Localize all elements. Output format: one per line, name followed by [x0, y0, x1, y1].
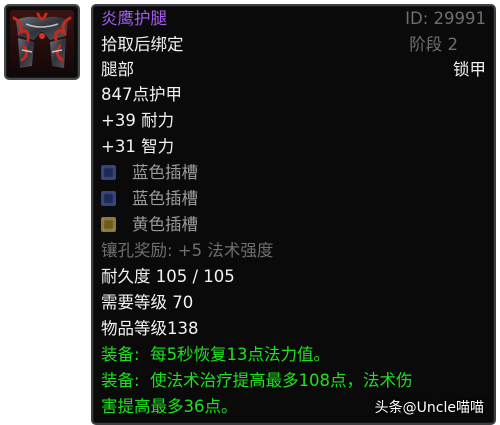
required-level: 需要等级 70 — [101, 293, 194, 312]
tooltip-header-row: 炎鹰护腿 ID: 29991 — [101, 7, 486, 31]
equip-effect-mana: 装备: 每5秒恢复13点法力值。 — [101, 343, 486, 367]
socket-label: 蓝色插槽 — [132, 163, 198, 182]
equip-prefix: 装备: — [101, 345, 140, 364]
bind-type: 拾取后绑定 — [101, 35, 184, 54]
socket-row: 蓝色插槽 — [101, 161, 486, 185]
blue-socket-icon — [101, 190, 116, 206]
slot-row: 腿部 锁甲 — [101, 58, 486, 82]
stat-stamina: +39 耐力 — [101, 111, 175, 130]
socket-row: 黄色插槽 — [101, 213, 486, 237]
equip-prefix: 装备: — [101, 371, 140, 390]
item-name[interactable]: 炎鹰护腿 — [101, 9, 167, 28]
socket-label: 黄色插槽 — [132, 215, 198, 234]
watermark: 头条@Uncle喵喵 — [374, 400, 484, 416]
screen: 炎鹰护腿 ID: 29991 拾取后绑定 阶段 2 腿部 锁甲 847点护甲 +… — [0, 0, 500, 425]
equip-effect-healing: 装备: 使法术治疗提高最多108点，法术伤 — [101, 369, 486, 393]
socket-label: 蓝色插槽 — [132, 189, 198, 208]
bind-row: 拾取后绑定 阶段 2 — [101, 33, 486, 57]
socket-row: 蓝色插槽 — [101, 187, 486, 211]
equip-text: 使法术治疗提高最多108点，法术伤 — [150, 371, 413, 390]
item-slot: 腿部 — [101, 60, 134, 79]
mail-leggings-icon — [10, 10, 74, 74]
armor-type: 锁甲 — [453, 60, 486, 79]
stat-intellect: +31 智力 — [101, 137, 175, 156]
equip-text: 每5秒恢复13点法力值。 — [150, 345, 331, 364]
item-level: 物品等级138 — [101, 319, 199, 338]
socket-bonus: 镶孔奖励: +5 法术强度 — [101, 241, 274, 260]
blue-socket-icon — [101, 164, 116, 180]
item-icon-frame[interactable] — [4, 4, 80, 80]
item-stage: 阶段 2 — [409, 35, 458, 54]
durability: 耐久度 105 / 105 — [101, 267, 235, 286]
item-tooltip: 炎鹰护腿 ID: 29991 拾取后绑定 阶段 2 腿部 锁甲 847点护甲 +… — [91, 4, 496, 425]
item-id: ID: 29991 — [405, 9, 486, 28]
yellow-socket-icon — [101, 216, 116, 232]
armor-value: 847点护甲 — [101, 85, 182, 104]
